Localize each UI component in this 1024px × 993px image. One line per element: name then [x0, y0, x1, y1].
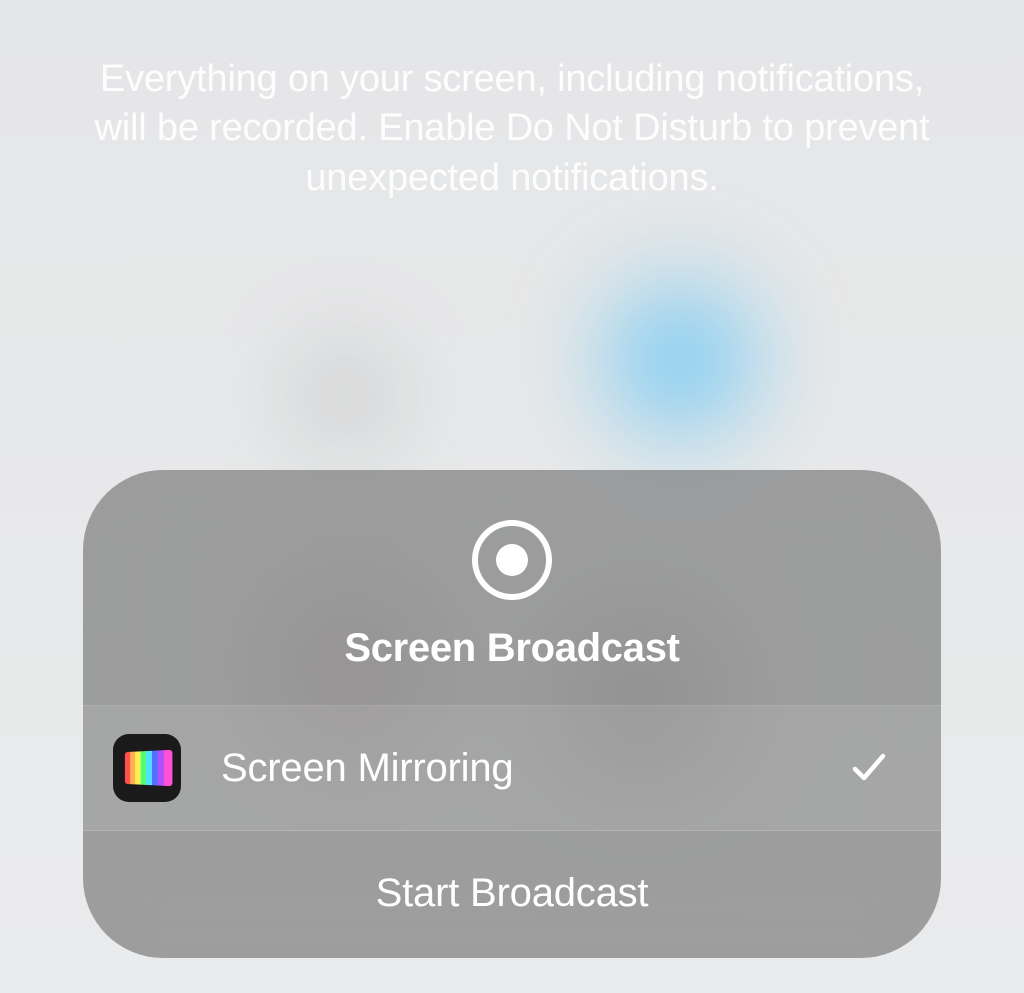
destination-label: Screen Mirroring: [221, 746, 851, 791]
start-broadcast-button[interactable]: Start Broadcast: [83, 831, 941, 958]
start-broadcast-label: Start Broadcast: [376, 871, 649, 916]
recording-warning-text: Everything on your screen, including not…: [77, 55, 947, 203]
panel-title: Screen Broadcast: [344, 626, 679, 671]
checkmark-icon: [851, 750, 887, 786]
broadcast-destination-row[interactable]: Screen Mirroring: [83, 706, 941, 831]
screen-mirroring-app-icon: [113, 734, 181, 802]
broadcast-panel: Screen Broadcast Screen Mirroring Start …: [83, 470, 941, 958]
panel-header: Screen Broadcast: [83, 470, 941, 706]
record-icon: [470, 518, 554, 602]
